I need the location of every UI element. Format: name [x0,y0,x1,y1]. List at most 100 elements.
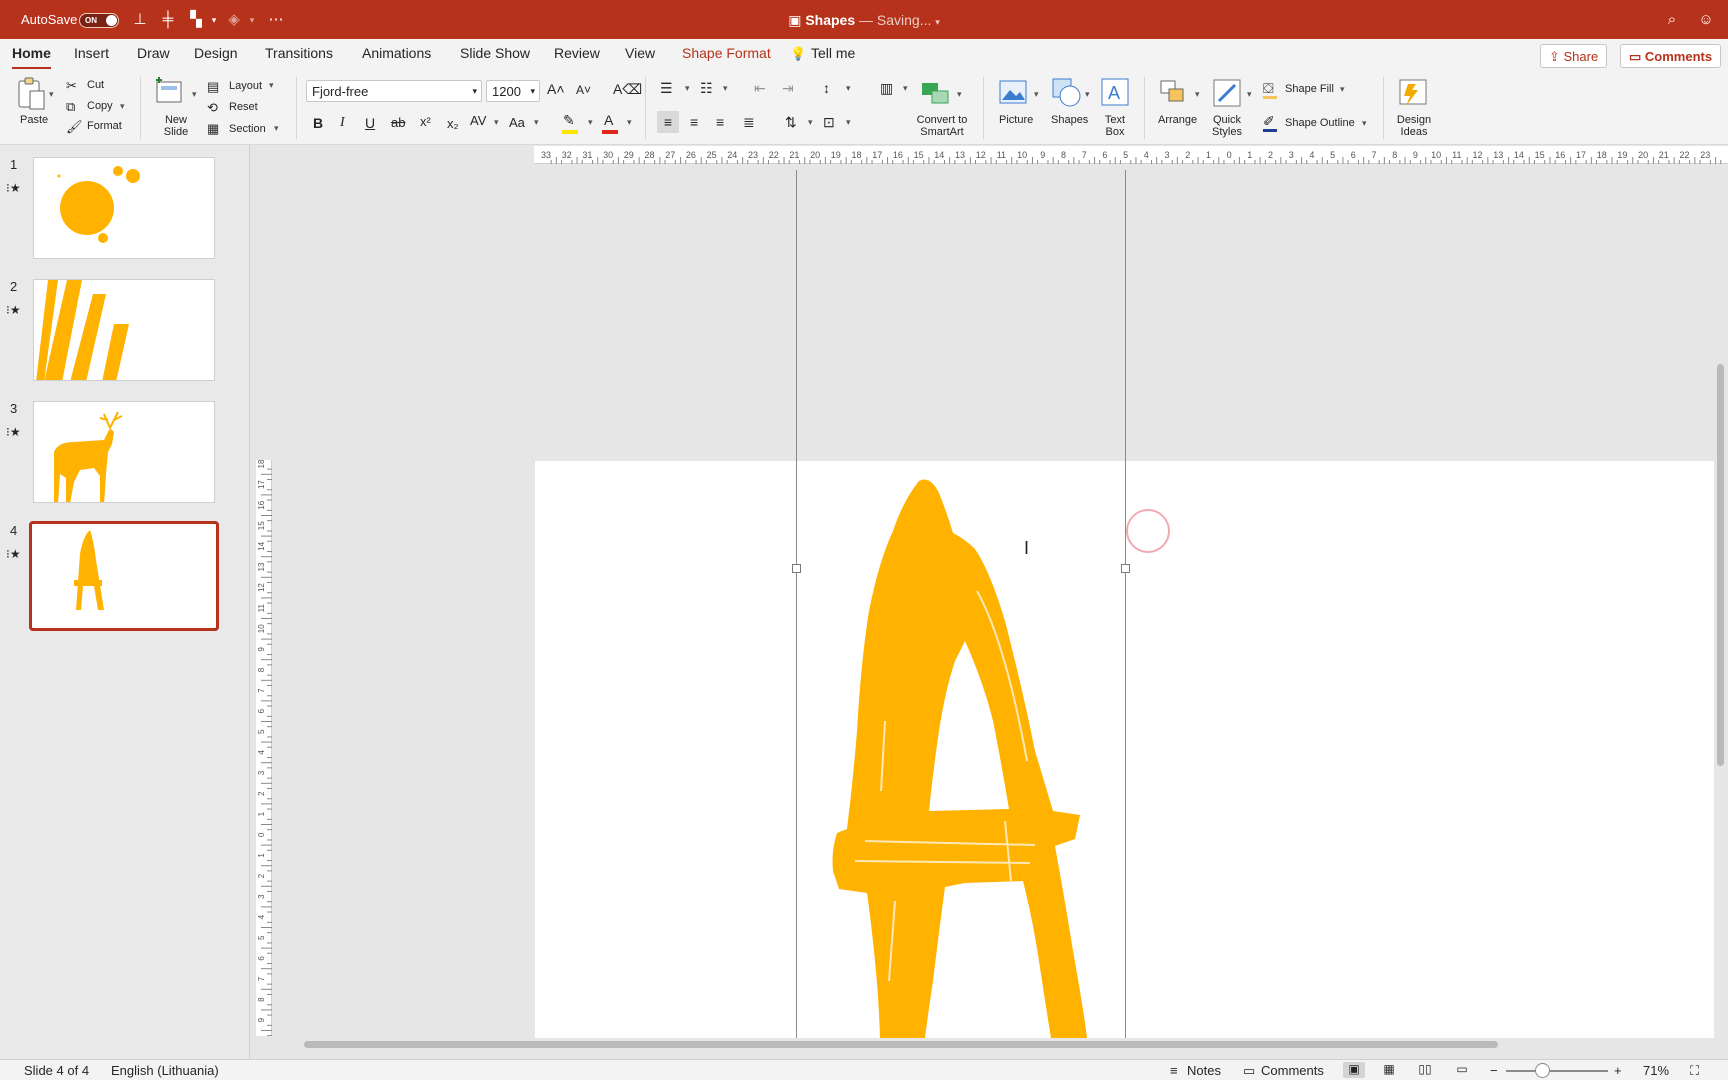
text-direction-icon[interactable]: ⇅ [785,114,797,131]
align-right-icon[interactable]: ≡ [716,114,724,130]
align-text-icon[interactable]: ⊡ [823,114,835,131]
tab-slide-show[interactable]: Slide Show [460,45,530,61]
search-icon[interactable]: ⌕ [1663,11,1681,29]
tab-review[interactable]: Review [554,45,600,61]
zoom-out-icon[interactable]: − [1490,1063,1498,1078]
highlight-icon[interactable]: ✎ [563,112,575,129]
zoom-slider-track[interactable] [1506,1070,1608,1072]
chevron-down-icon[interactable]: ▾ [723,83,728,94]
zoom-in-icon[interactable]: + [1614,1063,1622,1078]
format-painter-button[interactable]: Format [87,120,122,132]
chevron-down-icon[interactable]: ▾ [903,83,908,94]
shapes-button[interactable]: Shapes [1051,114,1088,126]
vertical-scrollbar[interactable] [1714,164,1726,1038]
quick-styles-icon[interactable] [1211,77,1243,109]
bullets-icon[interactable]: ☰ [660,80,673,97]
tab-insert[interactable]: Insert [74,45,109,61]
chevron-down-icon[interactable]: ▾ [935,17,940,27]
tell-me-search[interactable]: Tell me [811,45,855,61]
scroll-thumb[interactable] [304,1041,1498,1048]
chevron-down-icon[interactable]: ▾ [1247,89,1252,100]
chevron-down-icon[interactable]: ▾ [846,117,851,128]
chevron-down-icon[interactable]: ▾ [494,117,499,128]
increase-font-icon[interactable]: A˄ [547,81,565,97]
text-box-icon[interactable]: A [1100,77,1130,107]
arrange-button[interactable]: Arrange [1158,114,1197,126]
tab-draw[interactable]: Draw [137,45,170,61]
design-ideas-icon[interactable] [1396,76,1430,108]
shape-outline-button[interactable]: Shape Outline [1285,117,1355,129]
tab-shape-format[interactable]: Shape Format [682,45,771,61]
picture-icon[interactable] [998,78,1028,106]
slide-thumbnail[interactable] [33,401,215,503]
tab-design[interactable]: Design [194,45,238,61]
chevron-down-icon[interactable]: ▾ [846,83,851,94]
chevron-down-icon[interactable]: ▾ [685,83,690,94]
slide-sorter-icon[interactable]: ▦ [1378,1062,1400,1078]
chevron-down-icon[interactable]: ▾ [269,80,274,91]
columns-icon[interactable]: ▥ [880,80,893,97]
italic-icon[interactable]: I [340,115,345,131]
chevron-down-icon[interactable]: ▾ [1085,89,1090,100]
numbering-icon[interactable]: ☷ [700,80,713,97]
tab-transitions[interactable]: Transitions [265,45,333,61]
justify-icon[interactable]: ≣ [743,114,755,131]
chevron-down-icon[interactable]: ▾ [192,89,197,100]
quick-styles-button[interactable]: Quick Styles [1210,114,1244,138]
paste-button[interactable]: Paste [20,114,48,126]
smiley-icon[interactable]: ☺ [1697,11,1715,29]
superscript-icon[interactable]: x² [420,114,431,129]
paste-icon[interactable] [16,77,46,111]
copy-button[interactable]: Copy [87,100,113,112]
picture-button[interactable]: Picture [999,114,1033,126]
chevron-down-icon[interactable]: ▾ [534,117,539,128]
character-spacing-icon[interactable]: AV [470,113,486,128]
shapes-icon[interactable] [1050,76,1082,108]
chevron-down-icon[interactable]: ▾ [49,89,54,100]
subscript-icon[interactable]: x₂ [447,116,459,131]
arrange-icon[interactable] [1158,78,1188,106]
vertical-ruler[interactable]: 18 17 16 15 14 13 12 11 10 9 8 7 6 5 4 3 2 1 0 1 2 3 4 5 6 7 8 9 [256,460,272,1036]
tab-view[interactable]: View [625,45,655,61]
slide-thumbnail-panel[interactable]: 1 ⁝★ 2 ⁝★ 3 ⁝★ 4 ⁝★ [0,145,250,1059]
align-center-icon[interactable]: ≡ [690,114,698,130]
shape-fill-button[interactable]: Shape Fill [1285,83,1334,95]
clear-formatting-icon[interactable]: A⌫ [613,81,642,98]
new-slide-button[interactable]: New Slide [158,114,194,138]
resize-handle-right[interactable] [1121,564,1130,573]
horizontal-ruler[interactable]: 33 32 31 30 29 28 27 26 25 24 23 22 21 20 19 18 17 16 15 14… [534,146,1728,164]
chevron-down-icon[interactable]: ▾ [1362,118,1367,129]
slide-thumbnail[interactable] [33,279,215,381]
section-button[interactable]: Section [229,123,266,135]
slide-thumbnail[interactable] [33,157,215,259]
tab-home[interactable]: Home [12,45,51,70]
increase-indent-icon[interactable]: ⇥ [782,80,794,97]
font-size-select[interactable]: 1200 ▾ [486,80,540,102]
decrease-indent-icon[interactable]: ⇤ [754,80,766,97]
slide-thumbnail-selected[interactable] [29,521,219,631]
smartart-icon[interactable] [920,77,950,107]
change-case-icon[interactable]: Aa [509,115,525,130]
notes-button[interactable]: Notes [1187,1063,1221,1078]
font-name-select[interactable]: Fjord-free ▾ [306,80,482,102]
bold-icon[interactable]: B [313,115,323,131]
scroll-thumb[interactable] [1717,364,1724,766]
fit-to-window-icon[interactable]: ⛶ [1690,1063,1699,1079]
layout-button[interactable]: Layout [229,80,262,92]
horizontal-scrollbar[interactable] [282,1038,1714,1050]
align-left-icon[interactable]: ≡ [657,111,679,133]
chevron-down-icon[interactable]: ▾ [1034,89,1039,100]
new-slide-icon[interactable] [154,77,186,107]
tab-animations[interactable]: Animations [362,45,431,61]
chevron-down-icon[interactable]: ▾ [588,117,593,128]
zoom-slider-knob[interactable] [1535,1063,1550,1078]
line-spacing-icon[interactable]: ↕ [823,80,830,96]
reading-view-icon[interactable]: ▯▯ [1414,1062,1436,1078]
chevron-down-icon[interactable]: ▾ [1195,89,1200,100]
strikethrough-icon[interactable]: ab [391,115,405,130]
chevron-down-icon[interactable]: ▾ [274,123,279,134]
resize-handle-left[interactable] [792,564,801,573]
share-button[interactable]: ⇪ Share [1540,44,1608,68]
decrease-font-icon[interactable]: A˅ [576,83,591,97]
cut-button[interactable]: Cut [87,79,104,91]
